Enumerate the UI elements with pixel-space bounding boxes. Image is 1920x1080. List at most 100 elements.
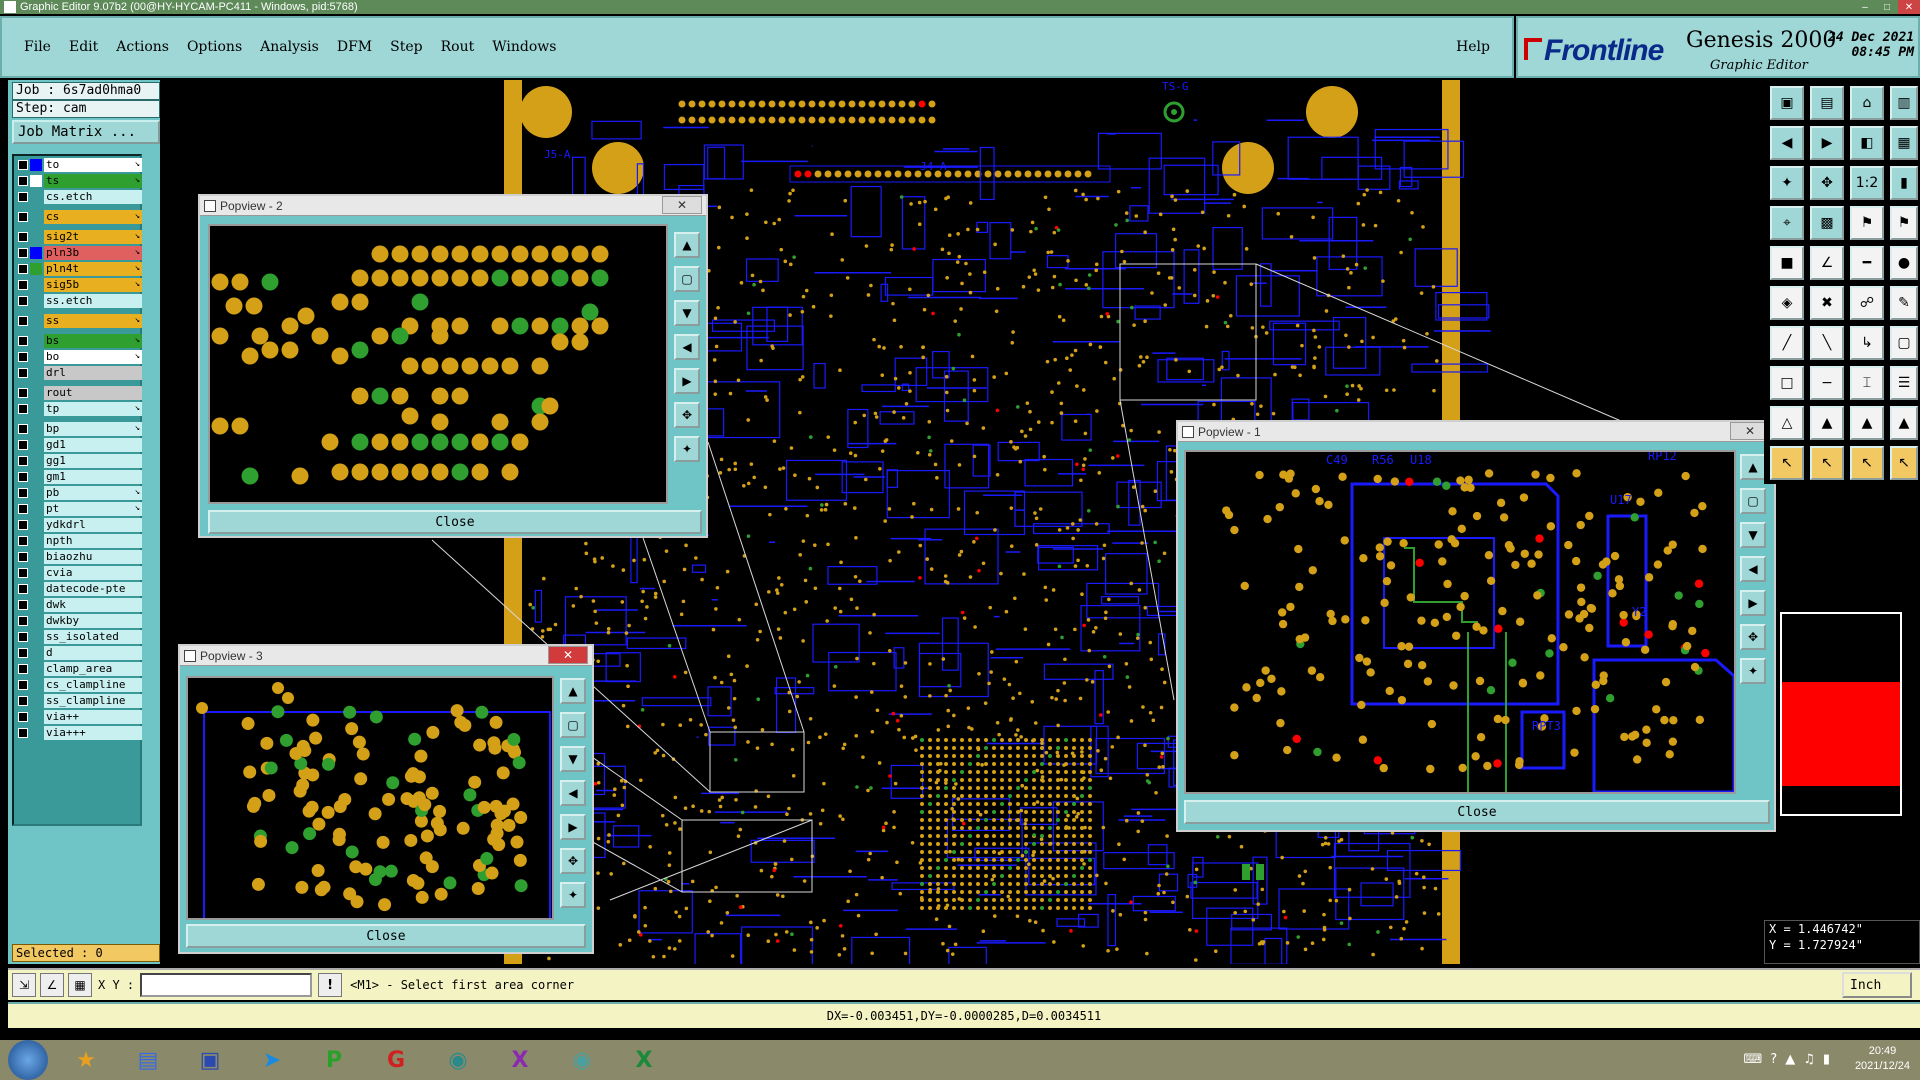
layer-name[interactable]: bp ↘ bbox=[44, 422, 142, 436]
layer-name[interactable]: d bbox=[44, 646, 142, 660]
zoom-home-icon[interactable]: ▢ bbox=[560, 712, 586, 738]
popview-3-close-button[interactable]: Close bbox=[186, 924, 586, 948]
fit-icon[interactable]: ✥ bbox=[560, 848, 586, 874]
layer-checkbox[interactable] bbox=[18, 680, 28, 690]
layer-row-to[interactable]: to ↘ bbox=[18, 158, 142, 172]
layer-checkbox[interactable] bbox=[18, 440, 28, 450]
layer-checkbox[interactable] bbox=[18, 212, 28, 222]
minimize-icon[interactable]: – bbox=[1854, 0, 1876, 14]
layer-checkbox[interactable] bbox=[18, 192, 28, 202]
flag2-icon[interactable]: ⚑ bbox=[1890, 206, 1918, 240]
layer-name[interactable]: cs ↘ bbox=[44, 210, 142, 224]
layer-checkbox[interactable] bbox=[18, 456, 28, 466]
layer-checkbox[interactable] bbox=[18, 536, 28, 546]
layer-row-drl[interactable]: drl bbox=[18, 366, 142, 380]
grid-icon[interactable]: ▩ bbox=[1810, 206, 1844, 240]
close-icon[interactable]: ✕ bbox=[1898, 0, 1920, 14]
layer-row-ss_clampline[interactable]: ss_clampline bbox=[18, 694, 142, 708]
layer-name[interactable]: drl bbox=[44, 366, 142, 380]
job-matrix-button[interactable]: Job Matrix ... bbox=[12, 120, 160, 144]
frame-icon[interactable]: ▢ bbox=[1890, 326, 1918, 360]
zoom-left-icon[interactable]: ◀ bbox=[1770, 126, 1804, 160]
layer-checkbox[interactable] bbox=[18, 280, 28, 290]
zoom-out-icon[interactable]: ▼ bbox=[560, 746, 586, 772]
layer-row-ydkdrl[interactable]: ydkdrl bbox=[18, 518, 142, 532]
layer-row-bp[interactable]: bp ↘ bbox=[18, 422, 142, 436]
triangle2-icon[interactable]: ▲ bbox=[1810, 406, 1844, 440]
layer-row-pln4t[interactable]: pln4t ↘ bbox=[18, 262, 142, 276]
taskbar-app-p-icon[interactable]: P bbox=[310, 1041, 358, 1079]
pointer2-icon[interactable]: ↖ bbox=[1810, 446, 1844, 480]
layer-name[interactable]: cs.etch bbox=[44, 190, 142, 204]
triangle-icon[interactable]: △ bbox=[1770, 406, 1804, 440]
zoom-in-icon[interactable]: ▲ bbox=[560, 678, 586, 704]
layer-checkbox[interactable] bbox=[18, 728, 28, 738]
layer-checkbox[interactable] bbox=[18, 616, 28, 626]
layer-checkbox[interactable] bbox=[18, 648, 28, 658]
menu-dfm[interactable]: DFM bbox=[337, 39, 372, 55]
zoom-in-icon[interactable]: ▲ bbox=[674, 232, 700, 258]
popview-1-titlebar[interactable]: Popview - 1 ✕ bbox=[1178, 422, 1774, 442]
popview-2-window[interactable]: Popview - 2 ✕ ▲ ▢ ▼ ◀ ▶ ✥ ✦ Close bbox=[198, 194, 708, 538]
layer-checkbox[interactable] bbox=[18, 552, 28, 562]
layer-name[interactable]: gd1 bbox=[44, 438, 142, 452]
layer-name[interactable]: tp ↘ bbox=[44, 402, 142, 416]
taskbar-app-messenger-icon[interactable]: ➤ bbox=[248, 1041, 296, 1079]
fit-screen-icon[interactable]: ✥ bbox=[1810, 166, 1844, 200]
help-icon[interactable]: ? bbox=[1770, 1052, 1777, 1067]
grid-icon[interactable]: ▦ bbox=[68, 973, 92, 997]
hook-icon[interactable]: ↳ bbox=[1850, 326, 1884, 360]
pointer-icon[interactable]: ↖ bbox=[1770, 446, 1804, 480]
slash-icon[interactable]: ╲ bbox=[1810, 326, 1844, 360]
layer-checkbox[interactable] bbox=[18, 232, 28, 242]
taskbar-app-x-icon[interactable]: X bbox=[496, 1041, 544, 1079]
layer-row-cs_clampline[interactable]: cs_clampline bbox=[18, 678, 142, 692]
unit-selector[interactable]: Inch bbox=[1842, 972, 1912, 998]
menu-actions[interactable]: Actions bbox=[116, 39, 169, 55]
layer-checkbox[interactable] bbox=[18, 316, 28, 326]
angle-icon[interactable]: ∠ bbox=[1810, 246, 1844, 280]
layer-checkbox[interactable] bbox=[18, 160, 28, 170]
layer-name[interactable]: npth bbox=[44, 534, 142, 548]
fit-icon[interactable]: ✥ bbox=[674, 402, 700, 428]
layer-row-clamp_area[interactable]: clamp_area bbox=[18, 662, 142, 676]
battery-icon[interactable]: ▮ bbox=[1823, 1052, 1830, 1067]
taskbar-app-genesis-icon[interactable]: ◉ bbox=[434, 1041, 482, 1079]
layer-name[interactable]: datecode-pte bbox=[44, 582, 142, 596]
pen-icon[interactable]: ✎ bbox=[1890, 286, 1918, 320]
layer-checkbox[interactable] bbox=[18, 248, 28, 258]
cross-icon[interactable]: ✖ bbox=[1810, 286, 1844, 320]
layer-row-bo[interactable]: bo ↘ bbox=[18, 350, 142, 364]
layer-name[interactable]: clamp_area bbox=[44, 662, 142, 676]
fit-all-icon[interactable]: ✦ bbox=[674, 436, 700, 462]
menu-edit[interactable]: Edit bbox=[69, 39, 98, 55]
popview-3-view[interactable] bbox=[186, 676, 554, 920]
layer-name[interactable]: sig5b ↘ bbox=[44, 278, 142, 292]
layer-checkbox[interactable] bbox=[18, 264, 28, 274]
layer-checkbox[interactable] bbox=[18, 488, 28, 498]
layer-row-bs[interactable]: bs ↘ bbox=[18, 334, 142, 348]
layer-name[interactable]: cvia bbox=[44, 566, 142, 580]
layer-name[interactable]: bo ↘ bbox=[44, 350, 142, 364]
layer-row-biaozhu[interactable]: biaozhu bbox=[18, 550, 142, 564]
layer-row-pln3b[interactable]: pln3b ↘ bbox=[18, 246, 142, 260]
arrange-icon[interactable]: ▦ bbox=[1890, 126, 1918, 160]
menu-rout[interactable]: Rout bbox=[441, 39, 475, 55]
save-icon[interactable]: ▣ bbox=[1770, 86, 1804, 120]
pan-left-icon[interactable]: ◀ bbox=[1740, 556, 1766, 582]
layer-row-gg1[interactable]: gg1 bbox=[18, 454, 142, 468]
layer-name[interactable]: dwk bbox=[44, 598, 142, 612]
expand-icon[interactable]: ✦ bbox=[1770, 166, 1804, 200]
layer-row-npth[interactable]: npth bbox=[18, 534, 142, 548]
layer-row-ss[interactable]: ss ↘ bbox=[18, 314, 142, 328]
popview-3-close-icon[interactable]: ✕ bbox=[548, 646, 588, 664]
layer-row-datecode-pte[interactable]: datecode-pte bbox=[18, 582, 142, 596]
layer-name[interactable]: ss.etch bbox=[44, 294, 142, 308]
layer-name[interactable]: bs ↘ bbox=[44, 334, 142, 348]
layer-name[interactable]: to ↘ bbox=[44, 158, 142, 172]
layer-checkbox[interactable] bbox=[18, 176, 28, 186]
layer-row-ss.etch[interactable]: ss.etch bbox=[18, 294, 142, 308]
menu-windows[interactable]: Windows bbox=[492, 39, 556, 55]
link-icon[interactable]: ☍ bbox=[1850, 286, 1884, 320]
zoom-out-icon[interactable]: ▼ bbox=[674, 300, 700, 326]
